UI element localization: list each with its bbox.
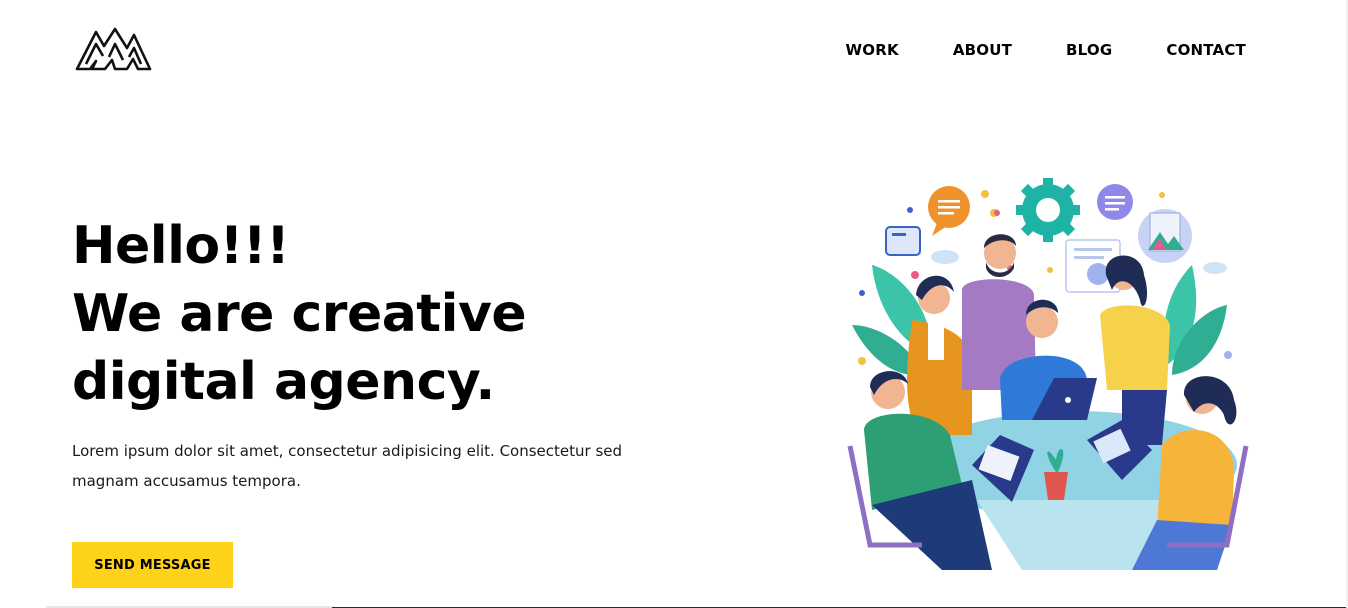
nav-contact[interactable]: CONTACT (1166, 41, 1246, 59)
team-meeting-illustration-icon (822, 150, 1274, 575)
nav-about[interactable]: ABOUT (953, 41, 1012, 59)
browser-card-icon (885, 226, 921, 256)
image-icon (1138, 209, 1192, 263)
hero-title-line-2: We are creative (72, 284, 527, 344)
message-bubble-icon (1097, 184, 1133, 220)
gear-icon (1016, 178, 1080, 242)
hero-title: Hello!!! We are creative digital agency. (72, 212, 527, 416)
nav-blog[interactable]: BLOG (1066, 41, 1112, 59)
hero-title-line-3: digital agency. (72, 352, 495, 412)
brand-logo[interactable] (74, 26, 152, 74)
mountain-m-logo-icon (75, 27, 152, 71)
hero-title-line-1: Hello!!! (72, 216, 290, 276)
hero-description: Lorem ipsum dolor sit amet, consectetur … (72, 442, 623, 490)
main-nav: WORK ABOUT BLOG CONTACT (792, 41, 1246, 59)
nav-work[interactable]: WORK (846, 41, 899, 59)
team-meeting-illustration (822, 150, 1274, 575)
send-message-button[interactable]: SEND MESSAGE (72, 542, 233, 588)
